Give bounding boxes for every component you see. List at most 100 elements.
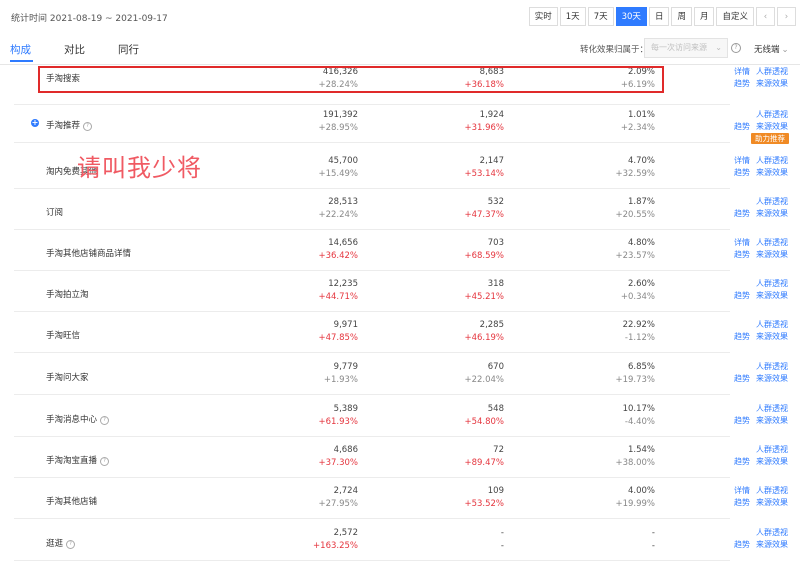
detail-link[interactable]: 详情 [734,485,750,496]
crowd-link[interactable]: 人群透视 [756,237,788,248]
period-button[interactable]: 日 [648,7,670,26]
metric-change: +61.93% [318,417,358,427]
boost-recommend-button[interactable]: 助力推荐 [751,133,789,144]
expand-icon[interactable]: + [31,119,39,127]
detail-link[interactable]: 详情 [734,155,750,166]
trend-link[interactable]: 趋势 [734,456,750,467]
trend-link[interactable]: 趋势 [734,121,750,132]
metric-change: +68.59% [464,251,504,261]
crowd-link[interactable]: 人群透视 [756,403,788,414]
period-button[interactable]: 自定义 [716,7,754,26]
period-button[interactable]: 实时 [528,7,558,26]
source-name[interactable]: 手淘旺信 [46,329,80,341]
source-name[interactable]: 手淘消息中心? [46,413,110,425]
metric-value: 670 [487,362,504,372]
help-icon[interactable]: ? [100,457,110,466]
detail-link[interactable]: 详情 [734,66,750,77]
source-name[interactable]: 订阅 [46,206,63,218]
source-name[interactable]: 手淘其他店铺 [46,495,97,507]
crowd-link[interactable]: 人群透视 [756,527,788,538]
source-effect-link[interactable]: 来源效果 [756,497,788,508]
source-effect-link[interactable]: 来源效果 [756,208,788,219]
crowd-link[interactable]: 人群透视 [756,155,788,166]
crowd-link[interactable]: 人群透视 [756,361,788,372]
trend-link[interactable]: 趋势 [734,497,750,508]
metric-value: 10.17% [622,404,655,414]
metric-value: 4.00% [627,486,655,496]
crowd-link[interactable]: 人群透视 [756,196,788,207]
table-row: 手淘拍立淘 12,235 +44.71% 318 +45.21% 2.60% +0.34% 人… [0,271,800,312]
table-row: 手淘其他店铺商品详情 14,656 +36.42% 703 +68.59% 4.80% +2… [0,230,800,271]
trend-link[interactable]: 趋势 [734,290,750,301]
source-name[interactable]: 逛逛? [46,537,76,549]
source-name-label: 手淘淘宝直播 [46,456,98,466]
tab-compare[interactable]: 对比 [64,42,85,57]
source-name[interactable]: 手淘拍立淘 [46,288,89,300]
source-effect-link[interactable]: 来源效果 [756,331,788,342]
metric-value: 4.80% [627,238,655,248]
source-effect-link[interactable]: 来源效果 [756,121,788,132]
help-icon[interactable]: ? [731,43,741,53]
help-icon[interactable]: ? [100,416,110,425]
metric-value: 1.54% [627,445,655,455]
crowd-link[interactable]: 人群透视 [756,66,788,77]
table-row: 手淘消息中心? 5,389 +61.93% 548 +54.80% 10.17% -4.40… [0,396,800,437]
metric-change: - [651,541,655,551]
source-effect-link[interactable]: 来源效果 [756,290,788,301]
conversion-select[interactable]: 每一次访问来源 ⌄ [644,38,728,58]
trend-link[interactable]: 趋势 [734,249,750,260]
active-tab-indicator [10,60,33,62]
source-name[interactable]: 手淘淘宝直播? [46,454,110,466]
crowd-link[interactable]: 人群透视 [756,278,788,289]
period-button[interactable]: 7天 [587,7,614,26]
metric-change: +22.24% [318,210,358,220]
row-divider [14,352,730,353]
metric-value: 4,686 [333,445,358,455]
source-effect-link[interactable]: 来源效果 [756,167,788,178]
source-name[interactable]: 手淘问大家 [46,371,89,383]
table-row: 手淘其他店铺 2,724 +27.95% 109 +53.52% 4.00% +19.99%… [0,478,800,519]
period-button[interactable]: 1天 [559,7,586,26]
tab-composition[interactable]: 构成 [10,42,31,57]
source-name-label: 手淘消息中心 [46,415,98,425]
crowd-link[interactable]: 人群透视 [756,444,788,455]
source-effect-link[interactable]: 来源效果 [756,415,788,426]
metric-change: +47.85% [318,333,358,343]
metric-change: +53.52% [464,499,504,509]
source-name-label: 逛逛 [46,539,64,549]
help-icon[interactable]: ? [83,122,93,131]
crowd-link[interactable]: 人群透视 [756,485,788,496]
source-effect-link[interactable]: 来源效果 [756,456,788,467]
metric-value: 6.85% [627,362,655,372]
metric-value: 703 [487,238,504,248]
crowd-link[interactable]: 人群透视 [756,109,788,120]
source-effect-link[interactable]: 来源效果 [756,78,788,89]
trend-link[interactable]: 趋势 [734,208,750,219]
source-name[interactable]: 手淘推荐? [46,119,93,131]
chevron-right-icon[interactable]: › [777,7,796,26]
source-effect-link[interactable]: 来源效果 [756,539,788,550]
source-name[interactable]: 手淘其他店铺商品详情 [46,247,131,259]
source-effect-link[interactable]: 来源效果 [756,373,788,384]
chevron-left-icon[interactable]: ‹ [756,7,775,26]
source-name-label: 手淘问大家 [46,373,89,383]
trend-link[interactable]: 趋势 [734,78,750,89]
trend-link[interactable]: 趋势 [734,167,750,178]
detail-link[interactable]: 详情 [734,237,750,248]
wireless-select[interactable]: 无线端 ⌄ [754,43,789,55]
crowd-link[interactable]: 人群透视 [756,319,788,330]
trend-link[interactable]: 趋势 [734,373,750,384]
metric-value: 318 [487,279,504,289]
trend-link[interactable]: 趋势 [734,415,750,426]
metric-change: +1.93% [323,375,358,385]
trend-link[interactable]: 趋势 [734,539,750,550]
tab-peers[interactable]: 同行 [118,42,139,57]
period-button[interactable]: 30天 [615,7,647,26]
trend-link[interactable]: 趋势 [734,331,750,342]
help-icon[interactable]: ? [66,540,76,549]
period-button[interactable]: 月 [693,7,715,26]
source-effect-link[interactable]: 来源效果 [756,249,788,260]
metric-value: 2,724 [333,486,358,496]
metric-value: 1.87% [627,197,655,207]
period-button[interactable]: 周 [671,7,692,26]
